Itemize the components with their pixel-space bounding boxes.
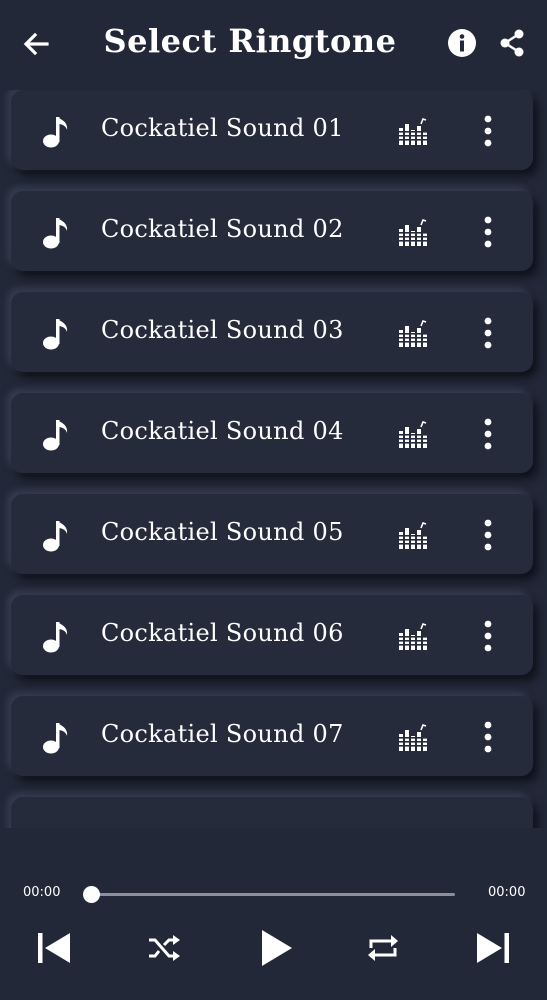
more-vert-icon[interactable] [478,518,498,552]
music-note-icon [43,218,68,249]
ringtone-item[interactable]: Cockatiel Sound 01 [11,90,533,170]
ringtone-name: Cockatiel Sound 03 [101,316,344,344]
ringtone-name: Cockatiel Sound 02 [101,215,344,243]
ringtone-item[interactable]: Cockatiel Sound 05 [11,494,533,574]
skip-next-icon[interactable] [473,928,513,968]
more-vert-icon[interactable] [478,316,498,350]
music-note-icon [43,117,68,148]
ringtone-name: Cockatiel Sound 05 [101,518,344,546]
more-vert-icon[interactable] [478,619,498,653]
set-ringtone-icon[interactable] [398,320,428,348]
ringtone-list: Cockatiel Sound 01 Cockatiel Sound 02 Co… [0,90,547,828]
music-note-icon [43,420,68,451]
music-note-icon [43,319,68,350]
more-vert-icon[interactable] [478,417,498,451]
set-ringtone-icon[interactable] [398,421,428,449]
ringtone-item[interactable]: Cockatiel Sound 02 [11,191,533,271]
skip-previous-icon[interactable] [34,928,74,968]
set-ringtone-icon[interactable] [398,522,428,550]
set-ringtone-icon[interactable] [398,219,428,247]
ringtone-item[interactable]: Cockatiel Sound 04 [11,393,533,473]
info-icon[interactable] [446,27,478,59]
media-player: 00:00 00:00 [0,870,547,1000]
shuffle-icon[interactable] [144,928,184,968]
seek-bar[interactable] [91,893,455,896]
play-icon[interactable] [256,928,296,968]
ringtone-item-partial[interactable] [11,797,533,828]
music-note-icon [43,521,68,552]
page-title: Select Ringtone [103,22,397,60]
ringtone-name: Cockatiel Sound 07 [101,720,344,748]
share-icon[interactable] [496,27,528,59]
ringtone-item[interactable]: Cockatiel Sound 03 [11,292,533,372]
set-ringtone-icon[interactable] [398,118,428,146]
ringtone-item[interactable]: Cockatiel Sound 06 [11,595,533,675]
ringtone-item[interactable]: Cockatiel Sound 07 [11,696,533,776]
more-vert-icon[interactable] [478,114,498,148]
set-ringtone-icon[interactable] [398,623,428,651]
ringtone-name: Cockatiel Sound 06 [101,619,344,647]
repeat-icon[interactable] [363,928,403,968]
app-header: Select Ringtone [0,0,547,88]
more-vert-icon[interactable] [478,720,498,754]
music-note-icon [43,622,68,653]
more-vert-icon[interactable] [478,215,498,249]
total-time: 00:00 [488,885,526,900]
set-ringtone-icon[interactable] [398,724,428,752]
ringtone-name: Cockatiel Sound 01 [101,114,344,142]
ringtone-name: Cockatiel Sound 04 [101,417,344,445]
ringtone-app: Select Ringtone Cockatiel Sound 01 Cocka… [0,0,547,1000]
seek-thumb[interactable] [83,886,100,903]
current-time: 00:00 [23,885,61,900]
music-note-icon [43,723,68,754]
